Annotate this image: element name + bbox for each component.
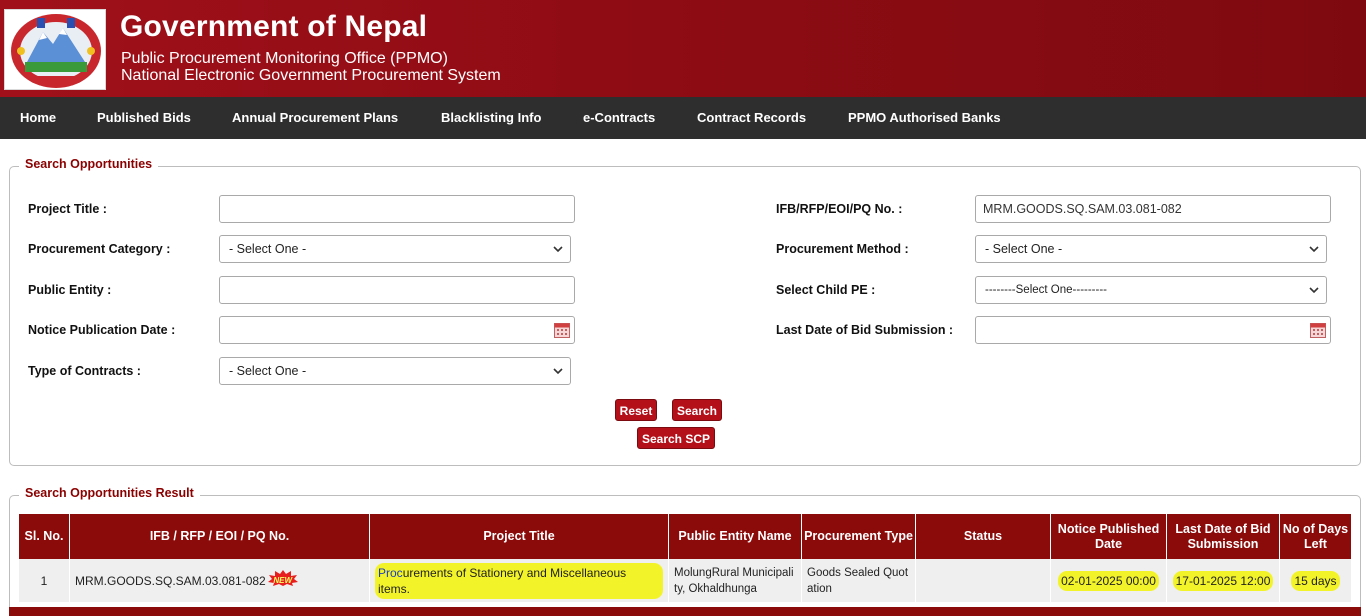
- search-button[interactable]: Search: [672, 399, 722, 421]
- nav-contract-records[interactable]: Contract Records: [697, 97, 806, 139]
- project-title-link[interactable]: Proc: [378, 566, 403, 580]
- nepal-emblem-logo[interactable]: [4, 9, 106, 90]
- last-date-submission-input[interactable]: [975, 316, 1331, 344]
- col-notice-published-date: Notice Published Date: [1051, 514, 1167, 559]
- type-of-contracts-select[interactable]: - Select One -: [219, 357, 571, 385]
- col-status: Status: [916, 514, 1051, 559]
- project-title-input[interactable]: [219, 195, 575, 223]
- search-opportunities-legend: Search Opportunities: [19, 157, 159, 171]
- cell-public-entity: MolungRural Municipality, Okhaldhunga: [669, 559, 802, 602]
- procurement-category-label: Procurement Category :: [28, 242, 171, 256]
- last-date-text: 17-01-2025 12:00: [1172, 570, 1274, 591]
- cell-notice-date: 02-01-2025 00:00: [1051, 559, 1167, 602]
- ifb-number-label: IFB/RFP/EOI/PQ No. :: [776, 202, 903, 216]
- search-scp-button[interactable]: Search SCP: [637, 427, 715, 449]
- project-title-highlight: Procurements of Stationery and Miscellan…: [375, 562, 663, 599]
- last-date-submission-label: Last Date of Bid Submission :: [776, 323, 954, 337]
- col-procurement-type: Procurement Type: [802, 514, 916, 559]
- chevron-down-icon: [553, 368, 563, 375]
- calendar-icon[interactable]: [1310, 323, 1326, 338]
- chevron-down-icon: [553, 246, 563, 253]
- select-child-pe-select[interactable]: --------Select One---------: [975, 276, 1327, 304]
- header-subtitle-negps: National Electronic Government Procureme…: [121, 67, 501, 84]
- type-of-contracts-label: Type of Contracts :: [28, 364, 141, 378]
- days-left-text: 15 days: [1291, 570, 1340, 591]
- project-title-rest[interactable]: urements of Stationery and Miscellaneous…: [378, 566, 626, 596]
- cell-ifb-number: MRM.GOODS.SQ.SAM.03.081-082 NEW: [70, 559, 370, 602]
- main-nav: Home Published Bids Annual Procurement P…: [0, 97, 1366, 139]
- page-title: Government of Nepal: [120, 10, 428, 43]
- cell-days-left: 15 days: [1280, 559, 1351, 602]
- cell-status: [916, 559, 1051, 602]
- procurement-method-label: Procurement Method :: [776, 242, 909, 256]
- nav-blacklisting-info[interactable]: Blacklisting Info: [441, 97, 541, 139]
- cell-last-date: 17-01-2025 12:00: [1167, 559, 1280, 602]
- col-days-left: No of Days Left: [1280, 514, 1351, 559]
- nav-home[interactable]: Home: [20, 97, 56, 139]
- nav-e-contracts[interactable]: e-Contracts: [583, 97, 655, 139]
- col-project-title: Project Title: [370, 514, 669, 559]
- nav-annual-procurement-plans[interactable]: Annual Procurement Plans: [232, 97, 398, 139]
- ifb-number-text: MRM.GOODS.SQ.SAM.03.081-082: [75, 573, 266, 588]
- procurement-category-value: - Select One -: [229, 242, 307, 256]
- notice-date-text: 02-01-2025 00:00: [1058, 570, 1159, 591]
- new-badge-label: NEW: [273, 575, 293, 585]
- col-public-entity-name: Public Entity Name: [669, 514, 802, 559]
- site-header: Government of Nepal Public Procurement M…: [0, 0, 1366, 97]
- nav-ppmo-authorised-banks[interactable]: PPMO Authorised Banks: [848, 97, 1001, 139]
- search-opportunities-panel: Search Opportunities Project Title : Pro…: [9, 157, 1361, 466]
- reset-button[interactable]: Reset: [615, 399, 657, 421]
- public-entity-input[interactable]: [219, 276, 575, 304]
- cell-project-title[interactable]: Procurements of Stationery and Miscellan…: [370, 559, 669, 602]
- project-title-label: Project Title :: [28, 202, 107, 216]
- cell-sl-no: 1: [19, 559, 70, 602]
- new-badge: NEW: [267, 569, 298, 586]
- search-results-legend: Search Opportunities Result: [19, 486, 200, 500]
- calendar-icon[interactable]: [554, 323, 570, 338]
- col-sl-no: Sl. No.: [19, 514, 70, 559]
- select-child-pe-value: --------Select One---------: [985, 284, 1107, 296]
- chevron-down-icon: [1309, 287, 1319, 294]
- select-child-pe-label: Select Child PE :: [776, 283, 876, 297]
- col-ifb-number: IFB / RFP / EOI / PQ No.: [70, 514, 370, 559]
- notice-publication-date-label: Notice Publication Date :: [28, 323, 176, 337]
- notice-publication-date-input[interactable]: [219, 316, 575, 344]
- procurement-method-value: - Select One -: [985, 242, 1063, 256]
- table-footer-bar: [9, 607, 1361, 616]
- cell-procurement-type: Goods Sealed Quotation: [802, 559, 916, 602]
- procurement-category-select[interactable]: - Select One -: [219, 235, 571, 263]
- col-last-date-submission: Last Date of Bid Submission: [1167, 514, 1280, 559]
- chevron-down-icon: [1309, 246, 1319, 253]
- public-entity-label: Public Entity :: [28, 283, 112, 297]
- nav-published-bids[interactable]: Published Bids: [97, 97, 191, 139]
- procurement-method-select[interactable]: - Select One -: [975, 235, 1327, 263]
- ifb-number-input[interactable]: MRM.GOODS.SQ.SAM.03.081-082: [975, 195, 1331, 223]
- header-subtitle-ppmo: Public Procurement Monitoring Office (PP…: [121, 50, 448, 67]
- type-of-contracts-value: - Select One -: [229, 364, 307, 378]
